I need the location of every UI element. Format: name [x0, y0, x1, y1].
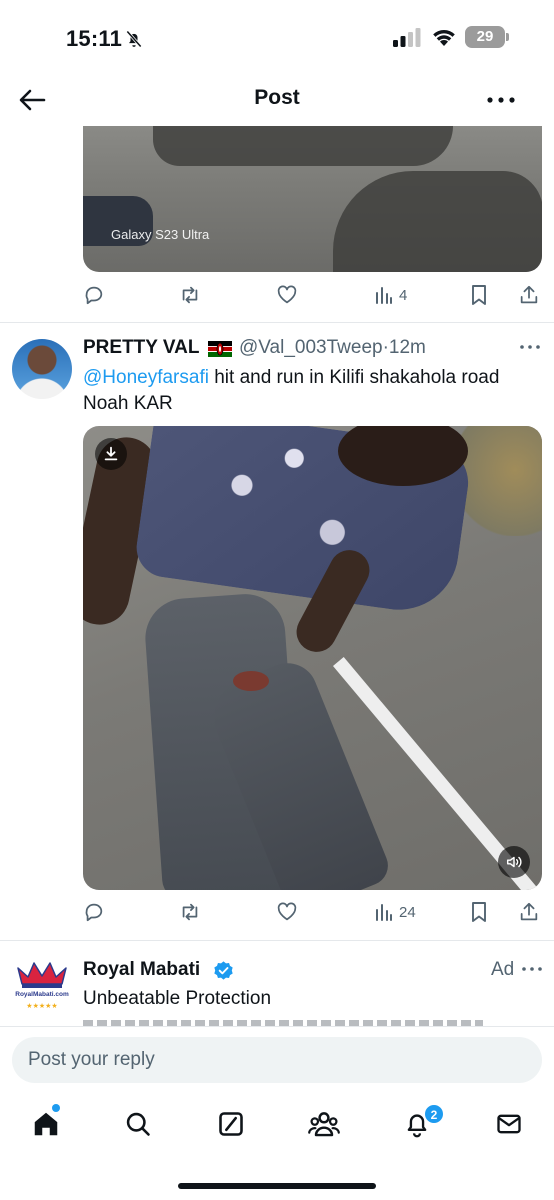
share-icon [520, 285, 538, 304]
more-options-button[interactable] [484, 84, 518, 116]
speaker-icon [506, 856, 522, 868]
logo-text: RoyalMabati.com [15, 991, 69, 998]
download-icon [104, 446, 118, 461]
wifi-icon [433, 29, 455, 46]
repost-button[interactable] [178, 283, 202, 307]
views-count: 4 [399, 286, 408, 304]
post-video[interactable] [83, 426, 542, 890]
like-button[interactable] [276, 900, 298, 924]
home-new-dot [52, 1104, 60, 1112]
mention-link[interactable]: @Honeyfarsafi [83, 367, 209, 388]
media-watermark: Galaxy S23 Ultra [111, 227, 210, 242]
post-more-icon[interactable] [519, 338, 541, 356]
home-icon [34, 1112, 58, 1136]
author-handle: @Val_003Tweep [239, 337, 383, 358]
bookmark-button[interactable] [469, 283, 489, 307]
views-count: 24 [399, 903, 416, 921]
communities-icon [308, 1112, 340, 1137]
share-icon [520, 902, 538, 921]
previous-post-media[interactable]: Galaxy S23 Ultra [83, 126, 542, 272]
views-icon [376, 904, 392, 921]
bell-slash-icon [126, 30, 142, 48]
status-bar: 15:11 29 [0, 0, 554, 74]
divider [0, 940, 554, 941]
media-shadow [333, 171, 542, 272]
ad-text: Unbeatable Protection [83, 988, 272, 1009]
battery-cap [506, 33, 509, 41]
bookmark-icon [472, 902, 486, 922]
tab-grok[interactable] [213, 1106, 249, 1142]
heart-icon [277, 285, 297, 304]
status-time: 15:11 [66, 26, 123, 51]
repost-button[interactable] [178, 900, 202, 924]
post-time: 12m [388, 337, 426, 358]
battery-icon: 29 [465, 26, 505, 48]
reply-icon [85, 903, 103, 922]
post-text: @Honeyfarsafi hit and run in Kilifi shak… [83, 365, 548, 417]
media-detail [233, 671, 269, 691]
tab-communities[interactable] [306, 1106, 342, 1142]
verified-badge-icon [214, 961, 233, 980]
ad-label: Ad [491, 959, 515, 980]
tab-search[interactable] [120, 1106, 156, 1142]
battery-level: 29 [476, 28, 494, 45]
media-shadow [153, 126, 453, 166]
home-indicator [178, 1183, 376, 1189]
reply-input[interactable] [12, 1037, 542, 1083]
search-icon [126, 1112, 150, 1136]
ad-more-icon[interactable] [521, 960, 543, 978]
download-button[interactable] [95, 438, 127, 470]
share-button[interactable] [518, 283, 540, 307]
author-name[interactable]: PRETTY VAL [83, 337, 199, 359]
royal-mabati-logo[interactable]: RoyalMabati.com ★★★★★ [12, 958, 72, 1016]
signal-icon [393, 28, 421, 47]
heart-icon [277, 902, 297, 921]
messages-icon [497, 1114, 521, 1134]
repost-icon [182, 903, 198, 921]
bookmark-button[interactable] [469, 900, 489, 924]
grok-icon [219, 1112, 243, 1136]
views-icon [376, 287, 392, 304]
share-button[interactable] [518, 900, 540, 924]
divider [0, 322, 554, 323]
reply-button[interactable] [83, 283, 105, 307]
author-handle-line[interactable]: @Val_003Tweep·12m [239, 337, 426, 359]
post-actions: 24 [83, 900, 543, 924]
sound-toggle-button[interactable] [498, 846, 530, 878]
tab-messages[interactable] [491, 1106, 527, 1142]
bookmark-icon [472, 285, 486, 305]
top-nav-bar: Post [0, 74, 554, 126]
repost-icon [182, 286, 198, 304]
views-button[interactable]: 4 [374, 283, 407, 307]
views-button[interactable]: 24 [374, 900, 416, 924]
like-button[interactable] [276, 283, 298, 307]
previous-post-actions: 4 [83, 283, 543, 307]
notifications-badge: 2 [424, 1104, 444, 1124]
reply-icon [85, 286, 103, 305]
svg-text:★★★★★: ★★★★★ [26, 1002, 57, 1010]
more-horizontal-icon [487, 97, 515, 103]
reply-button[interactable] [83, 900, 105, 924]
advertiser-name[interactable]: Royal Mabati [83, 959, 200, 981]
avatar[interactable] [12, 339, 72, 399]
tab-home[interactable] [28, 1106, 64, 1142]
page-title: Post [254, 86, 300, 109]
kenya-flag-icon [208, 341, 232, 357]
